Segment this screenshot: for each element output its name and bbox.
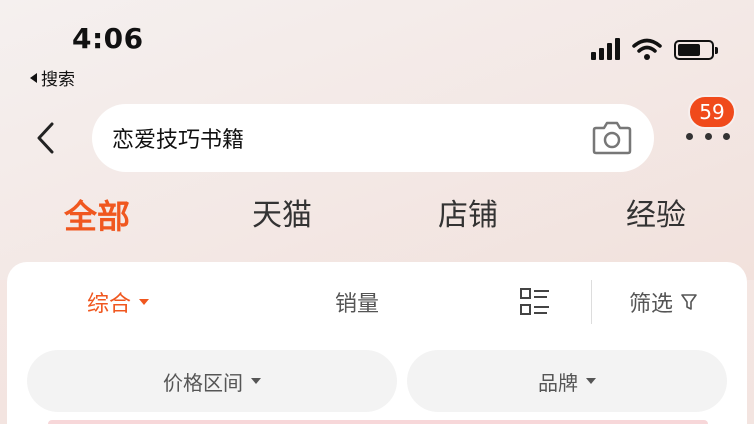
more-menu-button[interactable] (686, 126, 730, 146)
results-panel: 综合 销量 筛选 价格区间 品牌 (7, 262, 747, 424)
more-dot-icon (686, 132, 693, 140)
tab-tmall[interactable]: 天猫 (252, 190, 312, 234)
back-to-app-label: 搜索 (41, 70, 75, 90)
filter-button[interactable]: 筛选 (629, 286, 697, 318)
sort-sales[interactable]: 销量 (335, 286, 379, 318)
brand-filter[interactable]: 品牌 (407, 350, 727, 412)
caret-down-icon (139, 299, 150, 305)
caret-down-icon (586, 378, 596, 384)
back-button[interactable] (30, 120, 60, 156)
more-dot-icon (704, 132, 712, 140)
promo-strip (48, 420, 708, 424)
filter-label: 筛选 (629, 292, 674, 317)
wifi-icon (632, 38, 662, 60)
sort-comprehensive[interactable]: 综合 (87, 286, 150, 318)
funnel-icon (681, 294, 697, 310)
price-range-label: 价格区间 (163, 370, 243, 395)
battery-icon (674, 40, 718, 60)
sort-divider (591, 280, 592, 324)
price-range-filter[interactable]: 价格区间 (27, 350, 397, 412)
cellular-signal-icon (591, 38, 620, 60)
back-to-app-link[interactable]: 搜索 (30, 65, 75, 90)
status-time: 4:06 (72, 22, 144, 55)
tab-shops[interactable]: 店铺 (438, 190, 498, 234)
search-input[interactable]: 恋爱技巧书籍 (92, 104, 654, 172)
camera-icon[interactable] (590, 118, 634, 158)
notification-badge: 59 (688, 95, 736, 129)
search-query-text: 恋爱技巧书籍 (112, 128, 245, 153)
caret-down-icon (251, 378, 261, 384)
tab-all[interactable]: 全部 (64, 190, 130, 238)
brand-label: 品牌 (538, 370, 578, 395)
more-dot-icon (723, 132, 730, 140)
chevron-left-icon (37, 122, 54, 154)
tab-experience[interactable]: 经验 (626, 190, 686, 234)
sort-comprehensive-label: 综合 (87, 292, 132, 317)
back-triangle-icon (30, 72, 37, 83)
sort-sales-label: 销量 (335, 292, 380, 317)
status-icons (591, 38, 718, 60)
search-scope-tabs: 全部 天猫 店铺 经验 (0, 190, 754, 240)
list-view-icon[interactable] (519, 286, 551, 318)
